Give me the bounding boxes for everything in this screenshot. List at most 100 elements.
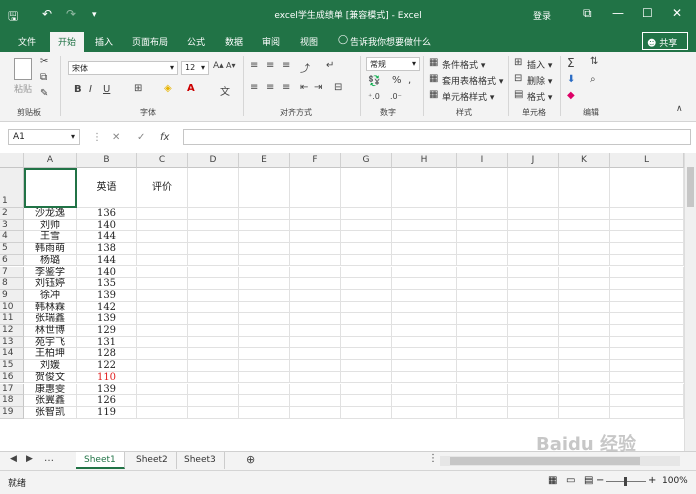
cell-name[interactable] bbox=[24, 168, 77, 208]
cell-name[interactable]: 张智凯 bbox=[24, 406, 77, 419]
cell-empty[interactable] bbox=[508, 231, 559, 244]
cell-empty[interactable] bbox=[508, 313, 559, 325]
zoom-slider-thumb[interactable] bbox=[624, 477, 627, 486]
cell-empty[interactable] bbox=[290, 219, 341, 232]
cell-empty[interactable] bbox=[508, 325, 559, 337]
cell-empty[interactable] bbox=[290, 395, 341, 407]
cell-empty[interactable] bbox=[457, 348, 508, 361]
increase-decimal-icon[interactable]: ⁺.0 bbox=[368, 92, 380, 101]
cell-empty[interactable] bbox=[188, 301, 239, 314]
row-header[interactable]: 10 bbox=[0, 301, 24, 314]
cell-empty[interactable] bbox=[559, 371, 610, 384]
row-header[interactable]: 4 bbox=[0, 231, 24, 244]
cell-empty[interactable] bbox=[457, 278, 508, 290]
cell-empty[interactable] bbox=[341, 395, 392, 407]
cell-name[interactable]: 张翼鑫 bbox=[24, 395, 77, 407]
align-middle-icon[interactable]: ≡ bbox=[266, 60, 274, 71]
row-header[interactable]: 16 bbox=[0, 371, 24, 384]
cell-empty[interactable] bbox=[290, 168, 341, 208]
cell-empty[interactable] bbox=[188, 360, 239, 372]
comma-style-icon[interactable]: , bbox=[408, 75, 411, 86]
cell-evaluation[interactable] bbox=[137, 371, 188, 384]
column-header-a[interactable]: A bbox=[24, 153, 77, 168]
orientation-icon[interactable]: ⤴ bbox=[300, 60, 310, 75]
cell-empty[interactable] bbox=[188, 231, 239, 244]
row-header[interactable]: 8 bbox=[0, 278, 24, 290]
cell-empty[interactable] bbox=[239, 348, 290, 361]
cell-score[interactable]: 129 bbox=[77, 325, 137, 337]
collapse-ribbon-icon[interactable]: ∧ bbox=[676, 104, 683, 114]
cell-empty[interactable] bbox=[457, 383, 508, 396]
cell-empty[interactable] bbox=[610, 395, 684, 407]
cell-empty[interactable] bbox=[392, 219, 457, 232]
cell-empty[interactable] bbox=[559, 243, 610, 255]
row-header[interactable]: 9 bbox=[0, 289, 24, 302]
row-header[interactable]: 19 bbox=[0, 406, 24, 419]
cell-empty[interactable] bbox=[239, 168, 290, 208]
cell-empty[interactable] bbox=[559, 208, 610, 220]
cell-empty[interactable] bbox=[610, 231, 684, 244]
cell-name[interactable]: 刘钰婷 bbox=[24, 278, 77, 290]
cell-empty[interactable] bbox=[392, 243, 457, 255]
cell-evaluation[interactable] bbox=[137, 360, 188, 372]
cell-empty[interactable] bbox=[559, 336, 610, 349]
font-size-combo[interactable]: 12 ▾ bbox=[181, 61, 209, 75]
cell-empty[interactable] bbox=[392, 325, 457, 337]
cell-empty[interactable] bbox=[188, 383, 239, 396]
row-header[interactable]: 5 bbox=[0, 243, 24, 255]
minimize-icon[interactable]: — bbox=[612, 6, 624, 20]
cell-empty[interactable] bbox=[290, 360, 341, 372]
cell-empty[interactable] bbox=[341, 313, 392, 325]
cell-empty[interactable] bbox=[239, 371, 290, 384]
cell-name[interactable]: 贺俊文 bbox=[24, 371, 77, 384]
insert-function-icon[interactable]: fx bbox=[160, 132, 169, 143]
cell-empty[interactable] bbox=[239, 336, 290, 349]
cell-empty[interactable] bbox=[188, 371, 239, 384]
cell-score[interactable]: 140 bbox=[77, 219, 137, 232]
cell-empty[interactable] bbox=[508, 360, 559, 372]
increase-font-icon[interactable]: A▴ bbox=[213, 61, 224, 71]
cell-empty[interactable] bbox=[610, 313, 684, 325]
cell-empty[interactable] bbox=[508, 266, 559, 279]
cell-empty[interactable] bbox=[559, 289, 610, 302]
row-header[interactable]: 15 bbox=[0, 360, 24, 372]
cell-empty[interactable] bbox=[610, 254, 684, 267]
cell-empty[interactable] bbox=[610, 336, 684, 349]
cell-empty[interactable] bbox=[392, 371, 457, 384]
cell-empty[interactable] bbox=[392, 231, 457, 244]
row-header[interactable]: 6 bbox=[0, 254, 24, 267]
cell-empty[interactable] bbox=[188, 278, 239, 290]
cell-empty[interactable] bbox=[239, 406, 290, 419]
cell-evaluation[interactable] bbox=[137, 406, 188, 419]
cell-empty[interactable] bbox=[457, 325, 508, 337]
cell-empty[interactable] bbox=[239, 289, 290, 302]
cell-empty[interactable] bbox=[188, 348, 239, 361]
cell-empty[interactable] bbox=[559, 360, 610, 372]
cell-empty[interactable] bbox=[239, 278, 290, 290]
percent-icon[interactable]: % bbox=[392, 75, 402, 86]
cell-name[interactable]: 韩雨萌 bbox=[24, 243, 77, 255]
cell-name[interactable]: 张瑞鑫 bbox=[24, 313, 77, 325]
cell-empty[interactable] bbox=[188, 325, 239, 337]
cell-empty[interactable] bbox=[392, 301, 457, 314]
cell-score[interactable]: 138 bbox=[77, 243, 137, 255]
cell-name[interactable]: 沙龙逸 bbox=[24, 208, 77, 220]
cell-empty[interactable] bbox=[341, 336, 392, 349]
cell-empty[interactable] bbox=[508, 254, 559, 267]
cell-empty[interactable] bbox=[341, 301, 392, 314]
cell-empty[interactable] bbox=[290, 313, 341, 325]
cell-empty[interactable] bbox=[290, 383, 341, 396]
cell-empty[interactable] bbox=[188, 219, 239, 232]
cell-empty[interactable] bbox=[559, 266, 610, 279]
cell-empty[interactable] bbox=[239, 254, 290, 267]
tab-home[interactable]: 开始 bbox=[50, 32, 85, 52]
tab-split-icon[interactable]: ⋮ bbox=[428, 453, 438, 464]
close-icon[interactable]: ✕ bbox=[672, 6, 682, 20]
row-header[interactable]: 7 bbox=[0, 266, 24, 279]
cell-empty[interactable] bbox=[341, 371, 392, 384]
row-header[interactable]: 17 bbox=[0, 383, 24, 396]
cell-empty[interactable] bbox=[559, 325, 610, 337]
cell-score[interactable]: 136 bbox=[77, 208, 137, 220]
cell-empty[interactable] bbox=[290, 243, 341, 255]
zoom-in-icon[interactable]: + bbox=[648, 475, 656, 486]
